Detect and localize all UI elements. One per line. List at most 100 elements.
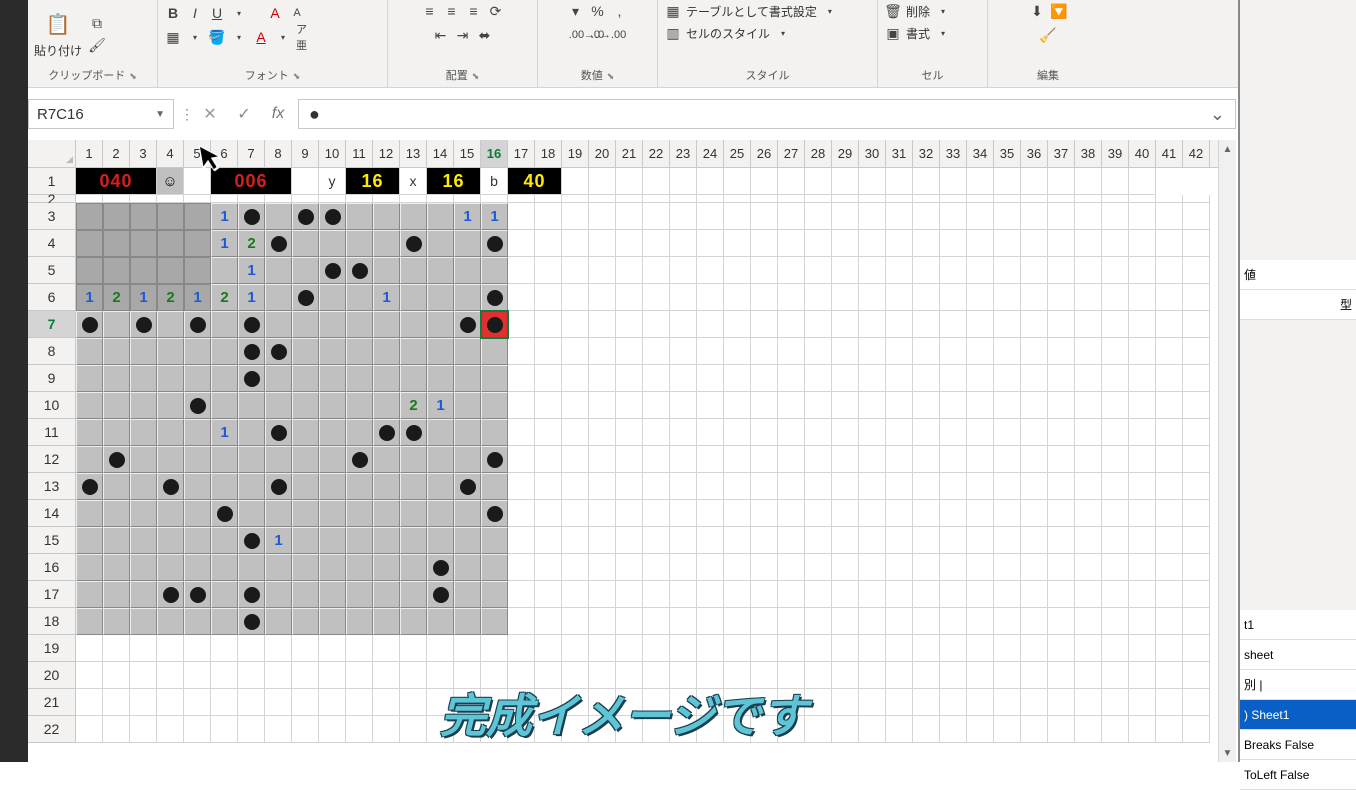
game-cell[interactable] (373, 230, 400, 257)
blank-cell[interactable] (1183, 689, 1210, 716)
blank-cell[interactable] (805, 230, 832, 257)
blank-cell[interactable] (616, 168, 643, 195)
blank-cell[interactable] (994, 473, 1021, 500)
blank-cell[interactable] (913, 689, 940, 716)
blank-cell[interactable] (940, 168, 967, 195)
column-header[interactable]: 36 (1021, 140, 1048, 167)
blank-cell[interactable] (1129, 716, 1156, 743)
blank-cell[interactable] (967, 716, 994, 743)
blank-cell[interactable] (238, 635, 265, 662)
blank-cell[interactable] (697, 257, 724, 284)
blank-cell[interactable] (562, 203, 589, 230)
column-header[interactable]: 12 (373, 140, 400, 167)
blank-cell[interactable] (643, 716, 670, 743)
blank-cell[interactable] (616, 284, 643, 311)
game-cell[interactable] (238, 527, 265, 554)
blank-cell[interactable] (1156, 195, 1183, 203)
blank-cell[interactable] (697, 527, 724, 554)
game-cell[interactable] (76, 338, 103, 365)
game-cell[interactable] (292, 473, 319, 500)
blank-cell[interactable] (1102, 195, 1129, 203)
game-cell[interactable] (373, 581, 400, 608)
blank-cell[interactable] (508, 662, 535, 689)
blank-cell[interactable] (1048, 284, 1075, 311)
blank-cell[interactable] (643, 527, 670, 554)
blank-cell[interactable] (778, 311, 805, 338)
prop-row[interactable]: t1 (1240, 610, 1356, 640)
blank-cell[interactable] (616, 257, 643, 284)
column-header[interactable]: 42 (1183, 140, 1210, 167)
name-box-dropdown-icon[interactable]: ▼ (155, 109, 165, 120)
format-painter-icon[interactable]: 🖌 (88, 37, 106, 55)
row-header[interactable]: 17 (28, 581, 76, 608)
blank-cell[interactable] (373, 689, 400, 716)
blank-cell[interactable] (1021, 195, 1048, 203)
blank-cell[interactable] (751, 554, 778, 581)
blank-cell[interactable] (724, 203, 751, 230)
blank-cell[interactable] (1129, 662, 1156, 689)
merge-icon[interactable]: ⬌ (476, 26, 494, 44)
row-header[interactable]: 14 (28, 500, 76, 527)
blank-cell[interactable] (994, 689, 1021, 716)
blank-cell[interactable] (859, 168, 886, 195)
blank-cell[interactable] (751, 338, 778, 365)
game-cell[interactable]: 1 (211, 203, 238, 230)
blank-cell[interactable] (1075, 500, 1102, 527)
game-cell[interactable] (130, 527, 157, 554)
column-header[interactable]: 29 (832, 140, 859, 167)
game-cell[interactable] (184, 500, 211, 527)
blank-cell[interactable] (562, 689, 589, 716)
game-cell[interactable] (319, 284, 346, 311)
blank-cell[interactable] (832, 365, 859, 392)
column-header[interactable]: 31 (886, 140, 913, 167)
game-cell[interactable] (211, 338, 238, 365)
game-cell[interactable] (292, 284, 319, 311)
game-cell[interactable] (130, 419, 157, 446)
game-cell[interactable] (427, 473, 454, 500)
game-cell[interactable] (103, 230, 130, 257)
blank-cell[interactable] (805, 338, 832, 365)
blank-cell[interactable] (940, 203, 967, 230)
blank-cell[interactable] (778, 195, 805, 203)
blank-cell[interactable] (1075, 581, 1102, 608)
game-cell[interactable]: 1 (238, 257, 265, 284)
game-cell[interactable] (265, 581, 292, 608)
game-cell[interactable] (454, 527, 481, 554)
game-cell[interactable]: 1 (373, 284, 400, 311)
blank-cell[interactable] (886, 230, 913, 257)
blank-cell[interactable] (535, 195, 562, 203)
game-cell[interactable] (130, 581, 157, 608)
column-header[interactable]: 20 (589, 140, 616, 167)
column-header[interactable]: 22 (643, 140, 670, 167)
blank-cell[interactable] (265, 195, 292, 203)
blank-cell[interactable] (589, 716, 616, 743)
row-header[interactable]: 21 (28, 689, 76, 716)
game-cell[interactable] (346, 338, 373, 365)
blank-cell[interactable] (751, 392, 778, 419)
blank-cell[interactable] (670, 195, 697, 203)
blank-cell[interactable] (859, 203, 886, 230)
blank-cell[interactable] (859, 284, 886, 311)
blank-cell[interactable] (373, 716, 400, 743)
blank-cell[interactable] (805, 689, 832, 716)
blank-cell[interactable] (1021, 689, 1048, 716)
blank-cell[interactable] (1048, 230, 1075, 257)
game-cell[interactable] (427, 203, 454, 230)
cellstyle-dropdown-icon[interactable]: ▾ (774, 24, 792, 42)
blank-cell[interactable] (562, 419, 589, 446)
blank-cell[interactable] (535, 203, 562, 230)
blank-cell[interactable] (184, 716, 211, 743)
blank-cell[interactable] (508, 311, 535, 338)
blank-cell[interactable] (697, 581, 724, 608)
blank-cell[interactable] (562, 608, 589, 635)
game-cell[interactable] (292, 392, 319, 419)
blank-cell[interactable] (940, 473, 967, 500)
blank-cell[interactable] (697, 392, 724, 419)
blank-cell[interactable] (724, 284, 751, 311)
blank-cell[interactable] (589, 662, 616, 689)
row-header[interactable]: 22 (28, 716, 76, 743)
blank-cell[interactable] (211, 635, 238, 662)
blank-cell[interactable] (535, 689, 562, 716)
blank-cell[interactable] (643, 689, 670, 716)
blank-cell[interactable] (1102, 365, 1129, 392)
